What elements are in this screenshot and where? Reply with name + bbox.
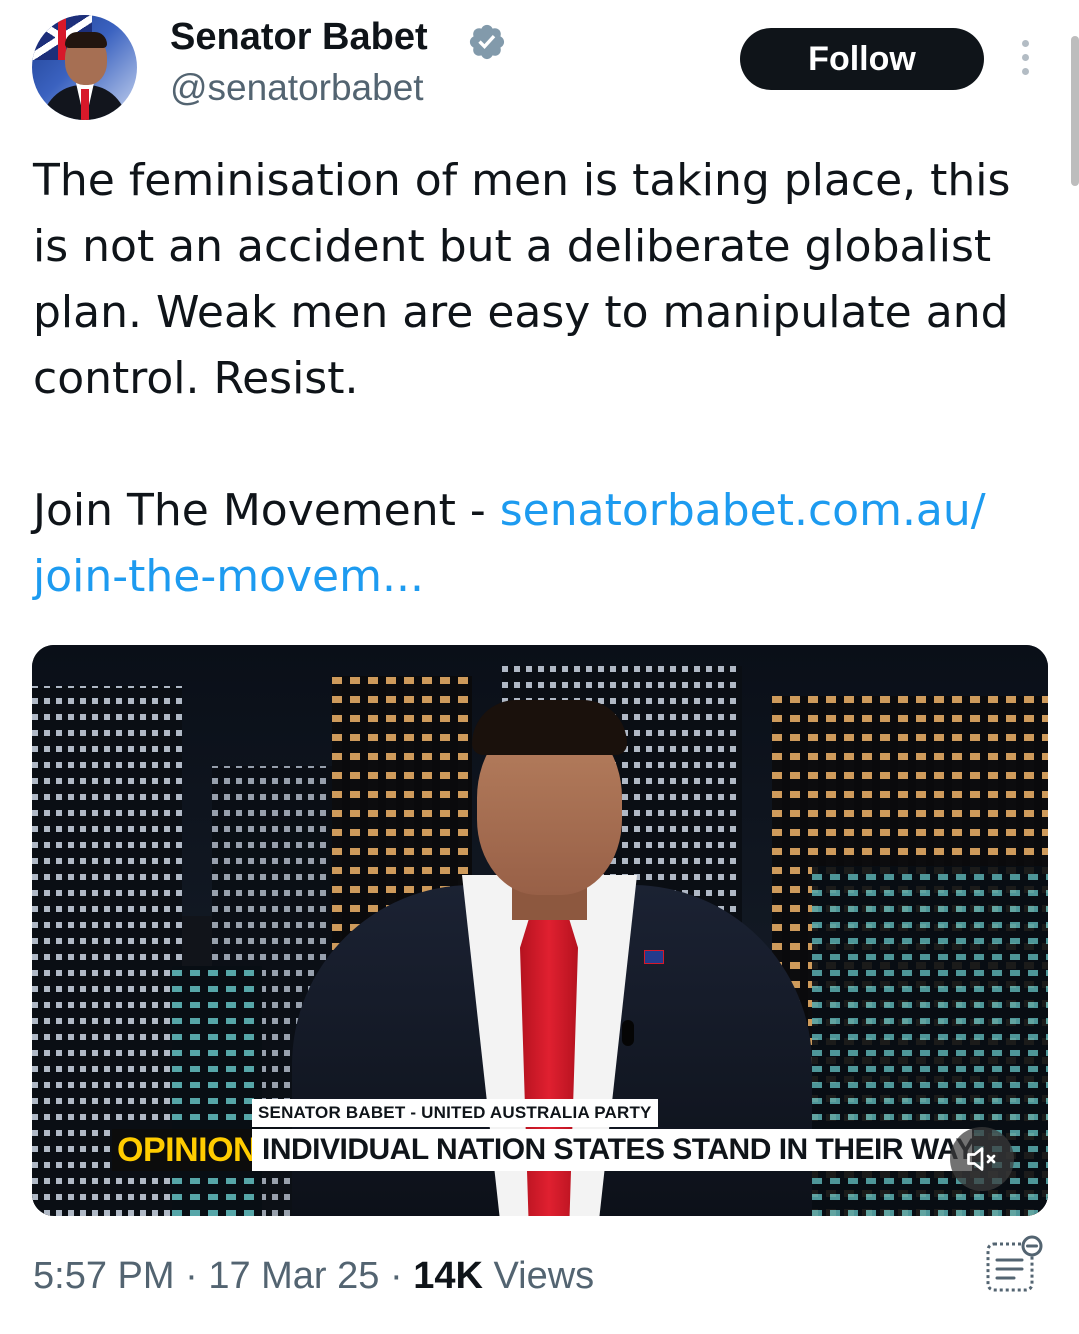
views-count: 14K: [413, 1255, 483, 1297]
building: [172, 966, 262, 1216]
separator: ·: [174, 1255, 209, 1297]
avatar-tie: [81, 89, 89, 120]
views-label: Views: [482, 1255, 595, 1297]
lower-third-name: SENATOR BABET - UNITED AUSTRALIA PARTY: [252, 1099, 658, 1127]
verified-badge-icon: [469, 24, 505, 60]
scrollbar[interactable]: [1071, 36, 1079, 186]
avatar[interactable]: [32, 15, 137, 120]
follow-button[interactable]: Follow: [740, 28, 984, 90]
opinion-tag: OPINION: [112, 1129, 263, 1171]
speaker-muted-icon: [967, 1147, 996, 1171]
author-name[interactable]: Senator Babet: [170, 16, 428, 59]
tweet-date[interactable]: 17 Mar 25: [208, 1255, 379, 1297]
video-player[interactable]: SENATOR BABET - UNITED AUSTRALIA PARTY O…: [32, 645, 1048, 1216]
more-options-icon[interactable]: [1018, 40, 1032, 78]
join-prefix: Join The Movement -: [33, 485, 500, 536]
tweet-text: The feminisation of men is taking place,…: [33, 148, 1048, 610]
flag-pin-icon: [644, 950, 664, 964]
mute-button[interactable]: [950, 1127, 1014, 1191]
tweet-join-line: Join The Movement - senatorbabet.com.au/…: [33, 478, 1048, 610]
community-notes-icon[interactable]: [982, 1234, 1044, 1296]
tweet-time[interactable]: 5:57 PM: [33, 1255, 175, 1297]
avatar-hair: [65, 32, 107, 48]
video-headline: INDIVIDUAL NATION STATES STAND IN THEIR …: [252, 1129, 972, 1171]
presenter-hair: [472, 700, 627, 755]
separator: ·: [379, 1255, 414, 1297]
author-handle[interactable]: @senatorbabet: [170, 67, 424, 109]
tweet-meta: 5:57 PM · 17 Mar 25 · 14K Views: [33, 1255, 594, 1298]
tweet-body: The feminisation of men is taking place,…: [33, 155, 1011, 404]
microphone-icon: [622, 1020, 634, 1046]
